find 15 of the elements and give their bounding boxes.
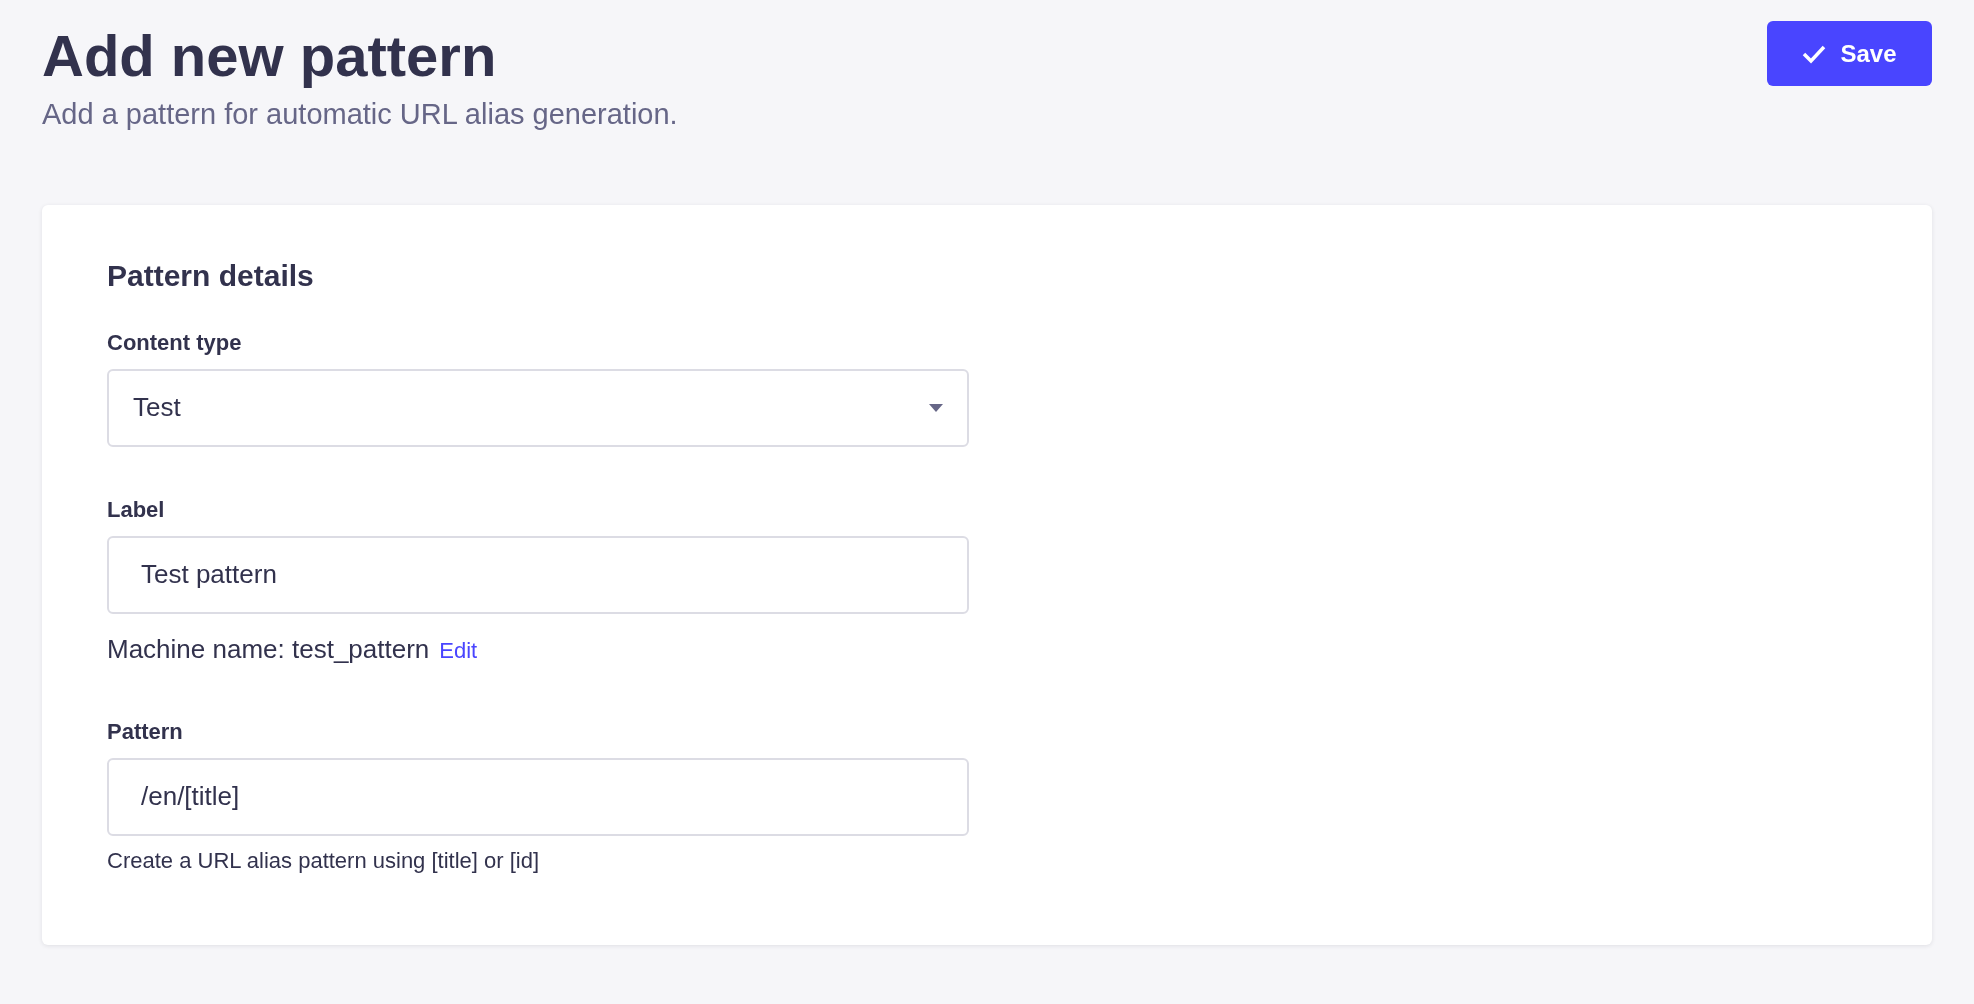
- caret-icon: [929, 403, 943, 412]
- save-button[interactable]: Save: [1767, 21, 1932, 86]
- card-title: Pattern details: [107, 257, 315, 294]
- page-subtitle: Add a pattern for automatic URL alias generation.: [42, 97, 678, 132]
- field-label: Pattern: [107, 717, 184, 746]
- text-input-field[interactable]: /en/[title]: [107, 757, 969, 836]
- check-icon: [1802, 43, 1827, 64]
- page-title: Add new pattern: [42, 22, 498, 90]
- field-hint: Create a URL alias pattern using [title] or [id]: [107, 846, 541, 875]
- field-label: Content type: [107, 328, 243, 357]
- content-type-select[interactable]: Test: [107, 368, 969, 447]
- machine-name-text: Machine name: test_pattern: [107, 632, 430, 666]
- edit-link[interactable]: Edit: [439, 633, 478, 667]
- text-input-field[interactable]: Test pattern: [107, 535, 969, 614]
- field-label: Label: [107, 495, 166, 524]
